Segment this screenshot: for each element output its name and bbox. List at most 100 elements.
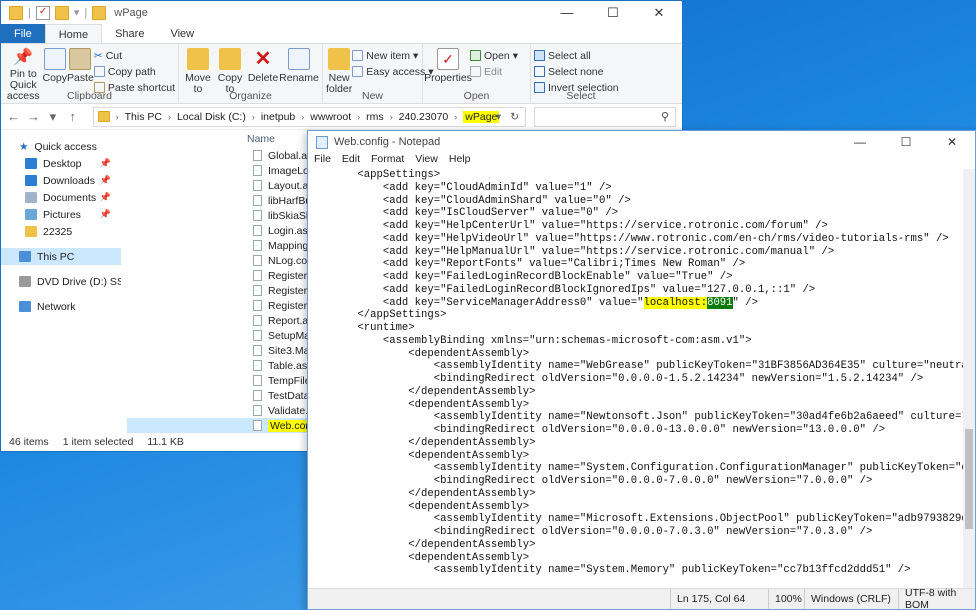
up-arrow-icon[interactable]: ↑ [67,109,79,124]
notepad-icon [316,135,328,149]
new-item-button[interactable]: New item ▾ [352,48,433,63]
menu-file[interactable]: File [314,153,331,169]
breadcrumb-version[interactable]: 240.23070 [399,111,449,123]
breadcrumb-separator-icon: › [251,111,255,122]
nav-22325[interactable]: 22325 [1,223,121,240]
code-line: <add key="ReportFonts" value="Calibri;Ti… [332,258,746,271]
easy-access-icon [352,66,364,77]
properties-check-icon[interactable] [35,5,50,20]
menu-view[interactable]: View [415,153,438,169]
code-line: <bindingRedirect oldVersion="0.0.0.0-7.0… [332,475,873,487]
status-position: Ln 175, Col 64 [670,589,768,609]
minimize-button[interactable]: — [544,1,590,24]
vertical-scrollbar[interactable] [963,169,975,588]
nav-pictures[interactable]: Pictures 📌 [1,206,121,223]
tab-share[interactable]: Share [102,24,157,43]
tab-home[interactable]: Home [44,24,103,43]
close-button[interactable]: ✕ [636,1,682,24]
code-line: <add key="CloudAdminShard" value="0" /> [332,194,631,207]
breadcrumb-wwwroot[interactable]: wwwroot [310,111,351,123]
maximize-button[interactable]: ☐ [590,1,636,24]
file-icon [253,195,262,206]
forward-arrow-icon[interactable]: → [27,109,40,124]
navigation-pane: ★ Quick access Desktop 📌 Downloads 📌 Doc… [1,130,121,434]
tab-file[interactable]: File [1,24,45,43]
qat-dropdown-icon[interactable]: ▾ [74,6,80,19]
code-line: <runtime> [332,322,415,334]
nav-22325-label: 22325 [43,225,73,238]
search-input[interactable]: ⚲ [534,106,676,127]
network-icon [19,301,31,312]
code-prefix: <add key="ServiceManagerAddress0" value=… [332,296,644,309]
code-line: <dependentAssembly> [332,449,530,462]
tab-view[interactable]: View [157,24,207,43]
documents-icon [25,192,37,203]
code-line: <assemblyBinding xmlns="urn:schemas-micr… [332,334,752,347]
cut-button[interactable]: ✂ Cut [94,48,175,63]
nav-this-pc[interactable]: This PC [1,248,121,265]
breadcrumb-local-disk[interactable]: Local Disk (C:) [177,111,246,123]
pin-icon: 📌 [99,175,111,185]
menu-help[interactable]: Help [449,153,471,169]
code-suffix: " /> [732,296,758,309]
explorer-titlebar: | ▾ | wPage — ☐ ✕ [1,1,682,24]
back-arrow-icon[interactable]: ← [7,109,20,124]
nav-desktop[interactable]: Desktop 📌 [1,155,121,172]
select-none-button[interactable]: Select none [534,64,619,79]
copy-path-button[interactable]: Copy path [93,64,175,79]
notepad-minimize-button[interactable]: — [837,135,883,149]
file-icon [253,390,262,401]
breadcrumb-wpage[interactable]: wPage [463,110,500,123]
scrollbar-thumb[interactable] [965,429,973,529]
menu-edit[interactable]: Edit [342,153,360,169]
code-line: <add key="IsCloudServer" value="0" /> [332,207,619,220]
edit-button[interactable]: Edit [470,64,518,79]
breadcrumb-inetpub[interactable]: inetpub [261,111,295,123]
pin-icon: 📌 [99,209,111,219]
breadcrumb-separator-icon: › [357,111,361,122]
notepad-maximize-button[interactable]: ☐ [883,135,929,149]
breadcrumb-separator-icon: › [301,111,305,122]
open-button[interactable]: Open ▾ [470,48,518,63]
cut-label: Cut [105,49,123,62]
qat-separator-2: | [84,6,88,19]
refresh-icon[interactable]: ↻ [510,111,519,123]
rename-label: Rename [279,72,319,84]
nav-dvd-drive[interactable]: DVD Drive (D:) SSS_X6 [1,273,121,290]
code-line: <dependentAssembly> [332,500,530,513]
select-all-button[interactable]: Select all [534,48,619,63]
menu-format[interactable]: Format [371,153,404,169]
ribbon: 📌 Pin to Quick access Copy Paste ✂ Cut Co… [1,44,682,104]
breadcrumb-rms[interactable]: rms [366,111,384,123]
breadcrumb-this-pc[interactable]: This PC [125,111,162,123]
properties-label: Properties [424,72,472,84]
notepad-close-button[interactable]: ✕ [929,135,975,149]
nav-quick-access[interactable]: ★ Quick access [1,138,121,155]
star-icon: ★ [19,140,29,153]
nav-downloads[interactable]: Downloads 📌 [1,172,121,189]
code-line: <assemblyIdentity name="Microsoft.Extens… [332,513,963,526]
pin-icon: 📌 [99,158,111,168]
new-folder-icon[interactable] [54,5,69,20]
copy-icon [43,48,66,70]
code-line: </appSettings> [332,309,447,322]
address-bar[interactable]: › This PC › Local Disk (C:) › inetpub › … [92,106,527,127]
code-line: </dependentAssembly> [332,487,536,500]
nav-desktop-label: Desktop [43,157,82,170]
breadcrumb-separator-icon: › [115,111,119,122]
recent-dropdown-icon[interactable]: ▾ [47,109,59,125]
notepad-text-area[interactable]: <appSettings> <add key="CloudAdminId" va… [308,169,963,588]
copy-to-icon [219,48,241,70]
code-line: <add key="HelpManualUrl" value="https://… [332,245,835,258]
delete-x-icon: ✕ [254,47,272,70]
nav-gap [1,240,121,248]
status-encoding: UTF-8 with BOM [898,587,975,610]
nav-network[interactable]: Network [1,298,121,315]
open-label: Open [484,49,510,62]
notepad-menubar: File Edit Format View Help [308,153,975,169]
easy-access-button[interactable]: Easy access ▾ [352,64,434,79]
code-line: <dependentAssembly> [332,398,530,411]
nav-documents[interactable]: Documents 📌 [1,189,121,206]
easy-access-label: Easy access [366,65,426,78]
address-dropdown-icon[interactable]: ▾ [496,111,501,123]
